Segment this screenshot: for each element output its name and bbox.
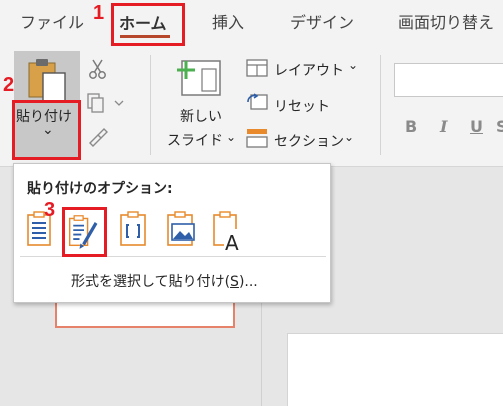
copy-icon[interactable] [85, 92, 125, 114]
font-name-input[interactable] [394, 63, 503, 97]
chevron-down-icon: ⌄ [344, 130, 355, 144]
new-slide-label-1[interactable]: 新しい [180, 106, 222, 126]
svg-text:A: A [225, 231, 239, 255]
paste-options-menu: 貼り付けのオプション: A 形式を選択して貼り付け(S)... [13, 163, 331, 303]
callout-number-2: 2 [3, 74, 15, 96]
ribbon-tab-bar: ファイル ホーム 挿入 デザイン 画面切り替え [0, 0, 503, 42]
paste-picture-icon[interactable] [164, 207, 198, 255]
new-slide-label-2[interactable]: スライド [167, 130, 223, 150]
paste-special-accelerator: S [230, 274, 239, 290]
paste-options-title: 貼り付けのオプション: [27, 181, 173, 197]
slide-canvas[interactable] [287, 333, 503, 406]
reset-button[interactable]: リセット [274, 96, 330, 116]
callout-number-1: 1 [93, 2, 105, 24]
callout-box-keep-source-formatting [62, 207, 107, 257]
tab-insert[interactable]: 挿入 [212, 9, 244, 33]
callout-box-home-tab [111, 3, 185, 46]
section-button[interactable]: セクション [274, 131, 344, 151]
tab-file[interactable]: ファイル [20, 9, 84, 33]
chevron-down-icon: ⌄ [226, 130, 237, 144]
italic-button[interactable]: I [440, 117, 447, 136]
paste-keep-text-only-icon[interactable]: A [210, 207, 244, 255]
section-icon [246, 129, 268, 148]
layout-button[interactable]: レイアウト [274, 60, 344, 80]
layout-icon [246, 59, 268, 77]
strikethrough-button[interactable]: S [496, 117, 503, 136]
paste-embed-icon[interactable] [117, 207, 151, 255]
callout-number-3: 3 [44, 199, 56, 221]
reset-icon [247, 93, 268, 110]
bold-button[interactable]: B [405, 117, 417, 136]
tab-transitions[interactable]: 画面切り替え [398, 9, 494, 33]
callout-box-paste-button [12, 100, 81, 160]
paste-clipboard-icon [28, 59, 66, 102]
paste-special-ellipsis: )... [238, 274, 258, 290]
format-painter-icon[interactable] [86, 125, 110, 149]
cut-icon[interactable] [88, 58, 108, 80]
ribbon-divider [380, 55, 381, 155]
tab-design[interactable]: デザイン [290, 9, 354, 33]
chevron-down-icon: ⌄ [348, 58, 359, 72]
ribbon-divider [150, 55, 151, 155]
paste-special-menu-item[interactable]: 形式を選択して貼り付け(S)... [71, 271, 258, 291]
new-slide-icon [177, 60, 221, 96]
underline-button[interactable]: U [470, 117, 483, 136]
paste-special-text: 形式を選択して貼り付け( [71, 274, 231, 290]
